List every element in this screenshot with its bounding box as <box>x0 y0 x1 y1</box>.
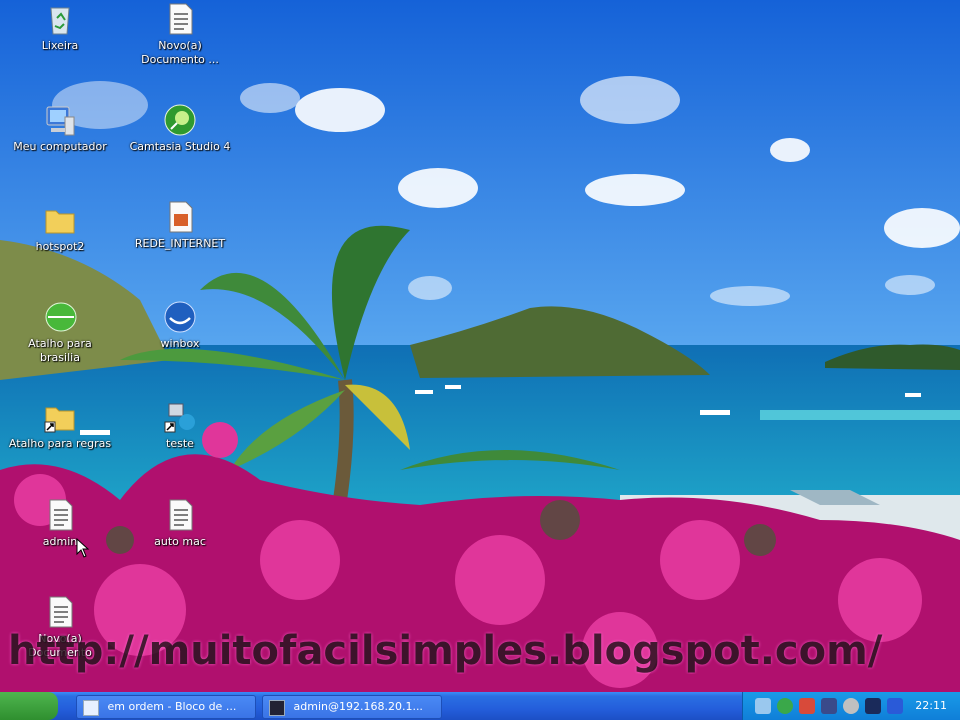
taskbar-button-terminal[interactable]: admin@192.168.20.1... <box>262 695 442 719</box>
desktop-icon-label: auto mac <box>154 535 206 548</box>
folder-shortcut-icon <box>44 407 75 433</box>
taskbar-button-notepad[interactable]: em ordem - Bloco de ... <box>76 695 256 719</box>
desktop-icon-novo-documento[interactable]: Novo(a) Documento ... <box>125 2 235 67</box>
desktop-icon-atalho-regras[interactable]: Atalho para regras <box>5 400 115 451</box>
desktop-icon-label: REDE_INTERNET <box>134 237 226 250</box>
mouse-cursor-icon <box>76 538 90 558</box>
desktop-icon-label: hotspot2 <box>35 240 85 253</box>
desktop-icon-atalho-brasilia[interactable]: Atalho para brasilia <box>5 300 115 365</box>
archive-icon <box>169 201 193 233</box>
desktop-icon-teste[interactable]: teste <box>125 400 235 451</box>
desktop-icon-winbox[interactable]: winbox <box>125 300 235 351</box>
recording-tray-icon[interactable] <box>865 698 881 714</box>
watermark-url: http://muitofacilsimples.blogspot.com/ <box>8 628 883 674</box>
desktop-icon-label: Lixeira <box>41 39 79 52</box>
desktop-icon-lixeira[interactable]: Lixeira <box>5 2 115 53</box>
desktop-icon-label: teste <box>166 437 194 450</box>
connection-tray-icon[interactable] <box>799 698 815 714</box>
desktop-icon-camtasia[interactable]: Camtasia Studio 4 <box>125 103 235 154</box>
desktop-icon-label: admin <box>42 535 78 548</box>
taskbar-button-label: em ordem - Bloco de ... <box>107 700 237 713</box>
desktop-icon-admin[interactable]: admin <box>5 498 115 549</box>
desktop-icon-label: winbox <box>160 337 200 350</box>
taskbar-button-label: admin@192.168.20.1... <box>293 700 423 713</box>
text-document-icon <box>49 596 73 628</box>
terminal-icon <box>269 700 285 716</box>
green-globe-icon <box>45 302 77 332</box>
camtasia-icon <box>164 104 196 136</box>
desktop-icon-meu-computador[interactable]: Meu computador <box>5 103 115 154</box>
taskbar: em ordem - Bloco de ... admin@192.168.20… <box>0 692 960 720</box>
desktop-icon-label: Meu computador <box>13 140 107 153</box>
desktop-icon-label: Atalho para regras <box>8 437 112 450</box>
green-status-tray-icon[interactable] <box>777 698 793 714</box>
display-tray-icon[interactable] <box>887 698 903 714</box>
desktop-icon-label: Novo(a) Documento ... <box>141 39 219 66</box>
text-document-icon <box>169 3 193 35</box>
notepad-icon <box>83 700 99 716</box>
text-document-icon <box>49 499 73 531</box>
volume-tray-icon[interactable] <box>843 698 859 714</box>
text-document-icon <box>169 499 193 531</box>
winbox-icon <box>164 301 196 333</box>
desktop-icon-rede-internet[interactable]: REDE_INTERNET <box>125 200 235 251</box>
network-shortcut-icon <box>164 403 195 433</box>
folder-icon <box>45 210 75 234</box>
start-button[interactable] <box>0 692 58 720</box>
desktop-icon-label: Atalho para brasilia <box>28 337 92 364</box>
system-tray: 22:11 <box>742 692 960 720</box>
monitor-tray-icon[interactable] <box>821 698 837 714</box>
clock[interactable]: 22:11 <box>915 692 947 720</box>
desktop-icon-hotspot2[interactable]: hotspot2 <box>5 203 115 254</box>
my-computer-icon <box>46 106 75 136</box>
desktop-icon-auto-mac[interactable]: auto mac <box>125 498 235 549</box>
desktop-icon-label: Camtasia Studio 4 <box>129 140 231 153</box>
network-tray-icon[interactable] <box>755 698 771 714</box>
recycle-bin-icon <box>50 7 70 35</box>
